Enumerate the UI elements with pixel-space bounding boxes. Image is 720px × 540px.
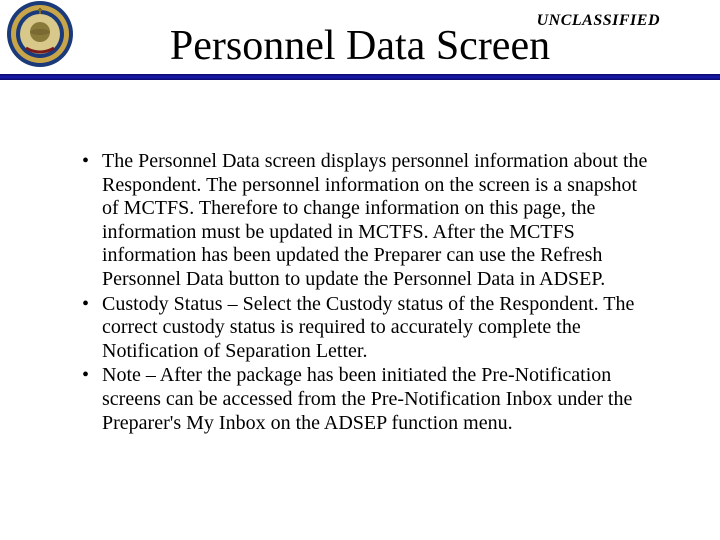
page-title: Personnel Data Screen	[0, 22, 720, 70]
list-item: Custody Status – Select the Custody stat…	[82, 293, 650, 364]
list-item: The Personnel Data screen displays perso…	[82, 150, 650, 292]
header-divider	[0, 74, 720, 80]
bullet-list: The Personnel Data screen displays perso…	[82, 150, 650, 435]
slide-header: UNCLASSIFIED Personnel Data Screen	[0, 0, 720, 82]
slide-body: The Personnel Data screen displays perso…	[82, 150, 650, 436]
list-item: Note – After the package has been initia…	[82, 364, 650, 435]
